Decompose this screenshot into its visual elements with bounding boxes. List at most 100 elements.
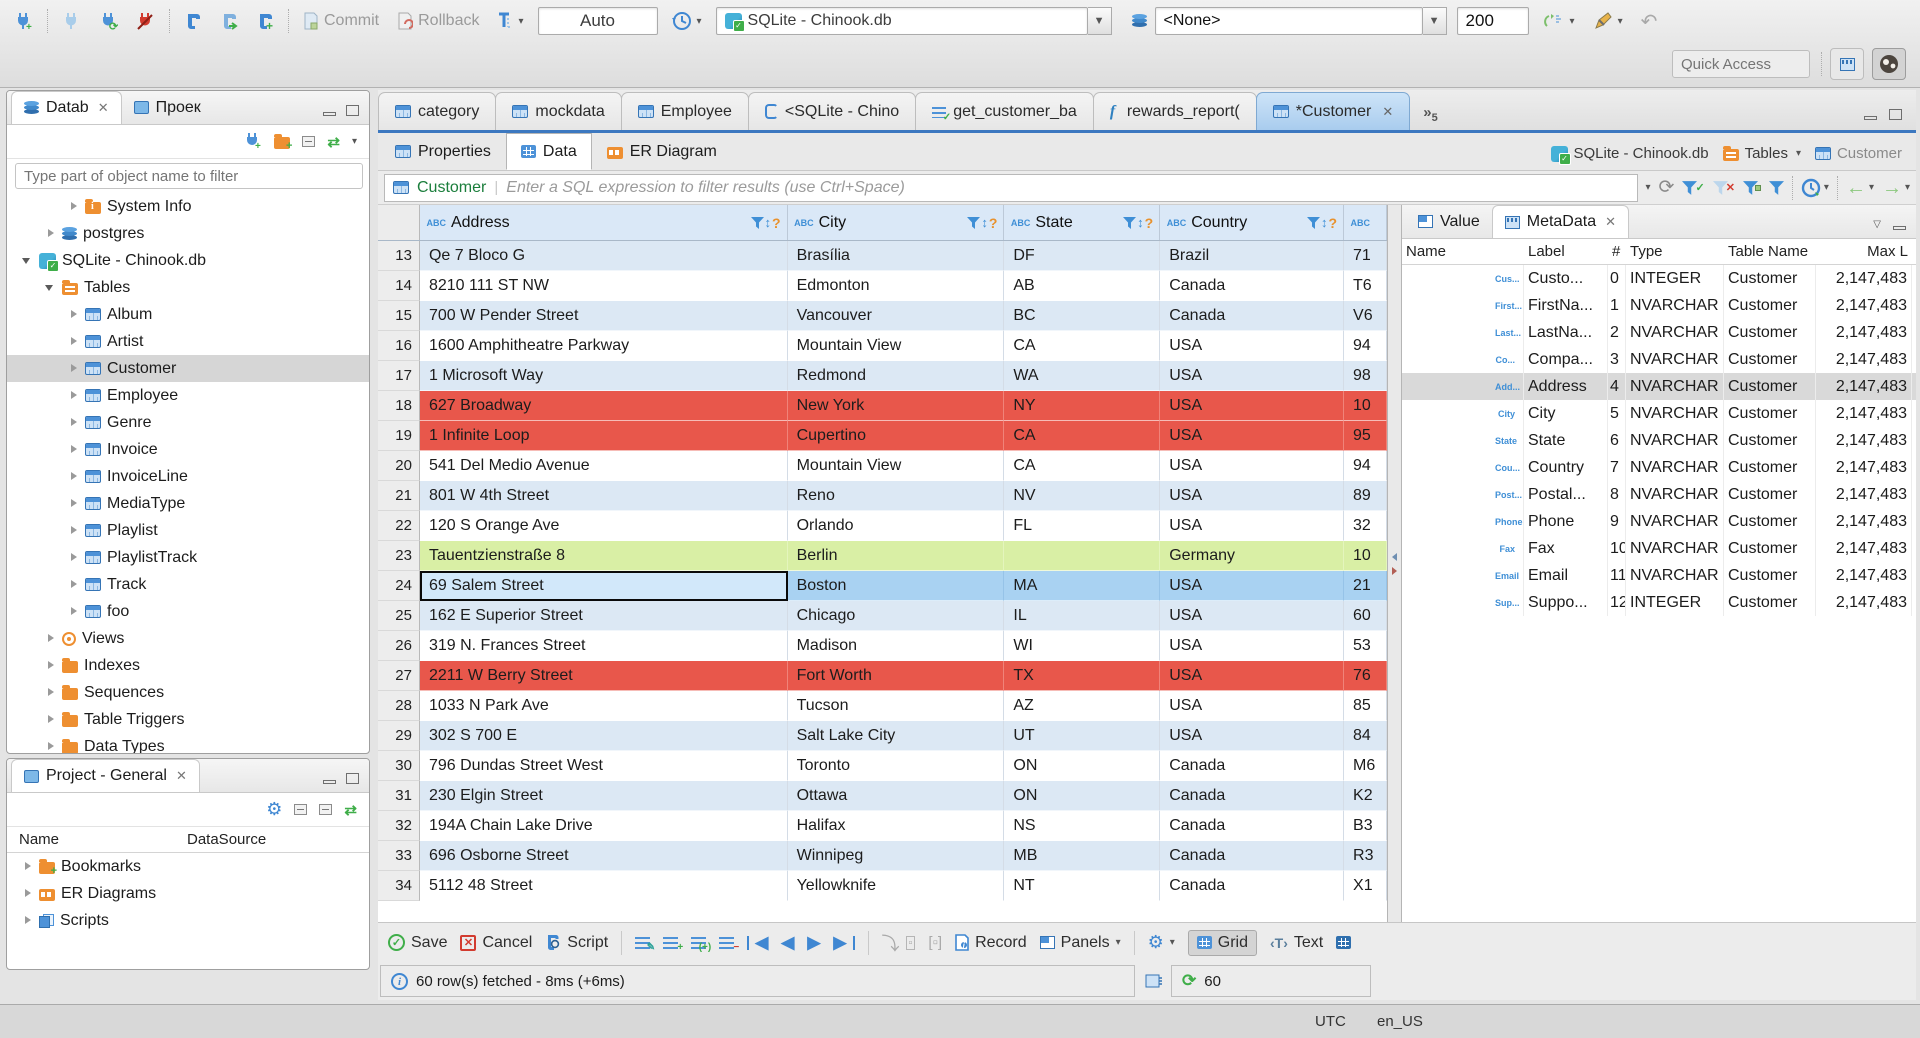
apply-filter-button[interactable]: ✓ <box>1682 180 1705 195</box>
cell[interactable]: 696 Osborne Street <box>419 841 788 871</box>
grid-row-25[interactable]: 25 162 E Superior Street Chicago IL USA 60 <box>378 601 1387 631</box>
cell[interactable]: Canada <box>1160 751 1345 781</box>
cell[interactable]: USA <box>1160 361 1345 391</box>
row-number[interactable]: 19 <box>378 421 420 451</box>
panels-button[interactable]: Panels ▾ <box>1039 934 1121 952</box>
grid-row-30[interactable]: 30 796 Dundas Street West Toronto ON Canada M… <box>378 751 1387 781</box>
expand-arrow-icon[interactable] <box>67 470 80 483</box>
cell[interactable]: USA <box>1160 511 1345 541</box>
tree-item-invoiceline[interactable]: InvoiceLine <box>7 463 369 490</box>
tree-item-playlist[interactable]: Playlist <box>7 517 369 544</box>
column-header-partial[interactable]: ABC <box>1344 205 1387 240</box>
cell[interactable]: 302 S 700 E <box>419 721 788 751</box>
grid-row-26[interactable]: 26 319 N. Frances Street Madison WI USA 53 <box>378 631 1387 661</box>
undo-button[interactable]: ↶ <box>1637 6 1662 36</box>
expand-arrow-icon[interactable] <box>67 443 80 456</box>
panel-layout-button[interactable] <box>1336 936 1352 949</box>
cell[interactable]: Salt Lake City <box>787 721 1005 751</box>
metadata-column-num[interactable]: # <box>1608 243 1626 260</box>
metadata-row-city[interactable]: City City 5 NVARCHAR Customer 2,147,483 <box>1402 400 1916 427</box>
panel-splitter[interactable] <box>1388 205 1402 922</box>
expand-arrow-icon[interactable] <box>21 887 34 900</box>
cell[interactable]: Tauentzienstraße 8 <box>419 541 788 571</box>
cell[interactable]: Toronto <box>787 751 1005 781</box>
cell[interactable]: 1600 Amphitheatre Parkway <box>419 331 788 361</box>
rollback-button[interactable]: Rollback <box>393 6 483 36</box>
metadata-column-table-name[interactable]: Table Name <box>1724 243 1816 260</box>
metadata-column-label[interactable]: Label <box>1524 243 1608 260</box>
editor-tab-mockdata[interactable]: mockdata <box>495 92 622 130</box>
grid-row-28[interactable]: 28 1033 N Park Ave Tucson AZ USA 85 <box>378 691 1387 721</box>
subtab-data[interactable]: Data <box>505 133 592 170</box>
row-number[interactable]: 34 <box>378 871 420 901</box>
tree-item-sequences[interactable]: Sequences <box>7 679 369 706</box>
tab-value[interactable]: Value <box>1406 205 1492 238</box>
schema-combo[interactable]: <None> <box>1154 7 1423 35</box>
filter-history-dropdown[interactable]: ▾ <box>1646 182 1651 193</box>
row-number[interactable]: 22 <box>378 511 420 541</box>
metadata-column-max-l[interactable]: Max L <box>1816 243 1912 260</box>
tree-item-views[interactable]: Views <box>7 625 369 652</box>
grid-row-33[interactable]: 33 696 Osborne Street Winnipeg MB Canada R3 <box>378 841 1387 871</box>
column-datasource-header[interactable]: DataSource <box>187 831 266 848</box>
open-sql-script-button[interactable] <box>216 6 242 36</box>
metadata-row-custo[interactable]: Cus... Custo... 0 INTEGER Customer 2,147,483 <box>1402 265 1916 292</box>
tree-item-employee[interactable]: Employee <box>7 382 369 409</box>
gear-icon[interactable]: ⚙ <box>266 799 282 820</box>
cell[interactable]: 71 <box>1344 241 1387 271</box>
row-number[interactable]: 25 <box>378 601 420 631</box>
row-number[interactable]: 14 <box>378 271 420 301</box>
tree-item-data-types[interactable]: Data Types <box>7 733 369 753</box>
cell[interactable]: AZ <box>1004 691 1161 721</box>
metadata-row-suppo[interactable]: Sup... Suppo...12INTEGERCustomer2,147,483 <box>1402 589 1916 616</box>
grid-row-15[interactable]: 15 700 W Pender Street Vancouver BC Canada V6 <box>378 301 1387 331</box>
cell[interactable]: WA <box>1004 361 1161 391</box>
schema-combo-group[interactable] <box>1128 6 1151 36</box>
metadata-row-address[interactable]: Add... Address 4 NVARCHAR Customer 2,147,483 <box>1402 373 1916 400</box>
cell[interactable]: 94 <box>1344 451 1387 481</box>
minimize-icon[interactable] <box>323 780 336 784</box>
cell[interactable] <box>1004 541 1161 571</box>
row-number[interactable]: 16 <box>378 331 420 361</box>
tree-item-postgres[interactable]: postgres <box>7 220 369 247</box>
column-header-state[interactable]: ABC State ↕? <box>1004 205 1161 240</box>
fetch-size-input[interactable] <box>1456 7 1529 35</box>
sql-history-button[interactable]: ▾ <box>668 6 706 36</box>
cell[interactable]: V6 <box>1344 301 1387 331</box>
row-number[interactable]: 31 <box>378 781 420 811</box>
filter-input[interactable]: Customer | Enter a SQL expression to fil… <box>384 173 1638 202</box>
calc-panel-button[interactable] <box>1145 973 1163 989</box>
filter-sort-icon[interactable]: ↕? <box>967 215 997 231</box>
duplicate-row-button[interactable]: (+) <box>691 936 711 952</box>
cell[interactable]: ON <box>1004 751 1161 781</box>
cell[interactable]: Halifax <box>787 811 1005 841</box>
connect-button[interactable] <box>58 6 85 36</box>
more-tabs-chevron[interactable]: »5 <box>1423 104 1437 130</box>
cell[interactable]: Tucson <box>787 691 1005 721</box>
column-name-header[interactable]: Name <box>7 831 187 848</box>
filter-sort-icon[interactable]: ↕? <box>1123 215 1153 231</box>
row-number[interactable]: 26 <box>378 631 420 661</box>
cell[interactable]: USA <box>1160 331 1345 361</box>
cell[interactable]: AB <box>1004 271 1161 301</box>
breadcrumb-tables[interactable]: Tables ▾ <box>1722 145 1801 162</box>
editor-tab-customer[interactable]: *Customer ✕ <box>1255 92 1411 130</box>
minimize-icon[interactable] <box>323 112 336 116</box>
cell[interactable]: New York <box>787 391 1005 421</box>
expand-arrow-icon[interactable] <box>67 200 80 213</box>
maximize-icon[interactable] <box>346 105 359 116</box>
cell[interactable]: CA <box>1004 451 1161 481</box>
new-folder-icon[interactable] <box>274 133 292 152</box>
breadcrumb-sqlite-chinook-db[interactable]: SQLite - Chinook.db <box>1550 145 1709 165</box>
cell[interactable]: BC <box>1004 301 1161 331</box>
expand-arrow-icon[interactable] <box>67 389 80 402</box>
cell[interactable]: MB <box>1004 841 1161 871</box>
tree-item-foo[interactable]: foo <box>7 598 369 625</box>
cell[interactable]: 1 Infinite Loop <box>419 421 788 451</box>
grid-row-24[interactable]: 24 69 Salem Street Boston MA USA 21 <box>378 571 1387 601</box>
cell[interactable]: X1 <box>1344 871 1387 901</box>
expand-arrow-icon[interactable] <box>44 740 57 753</box>
row-number[interactable]: 13 <box>378 241 420 271</box>
cell[interactable]: 541 Del Medio Avenue <box>419 451 788 481</box>
tree-item-table-triggers[interactable]: Table Triggers <box>7 706 369 733</box>
